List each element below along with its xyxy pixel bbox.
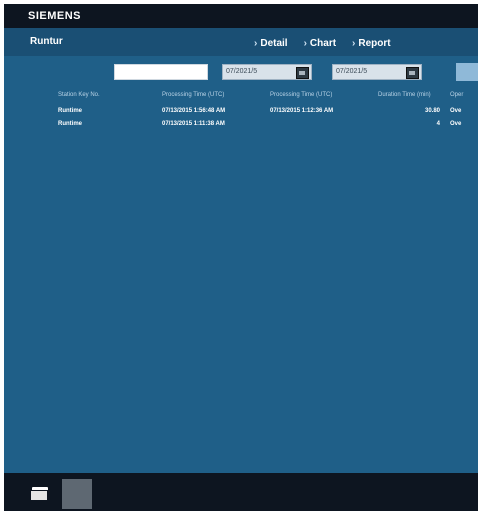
nav-report[interactable]: Report — [352, 38, 390, 49]
column-header[interactable]: Oper — [450, 92, 474, 104]
table-cell — [270, 117, 378, 130]
filter-bar: 07/2021/5 07/2021/5 — [4, 63, 478, 84]
top-bar: SIEMENS — [4, 4, 478, 28]
table-cell: 07/13/2015 1:56:48 AM — [162, 108, 226, 114]
table-cell: Ove — [450, 121, 462, 127]
date-from-value: 07/2021/5 — [226, 68, 258, 75]
table-cell: 07/13/2015 1:12:36 AM — [270, 108, 334, 114]
brand-logo-text: SIEMENS — [28, 10, 82, 22]
table-row[interactable]: Runtime 07/13/2015 1:56:48 AM 07/13/2015… — [58, 104, 474, 117]
table-row[interactable]: Runtime 07/13/2015 1:11:38 AM 4 Ove — [58, 117, 474, 130]
nav-detail[interactable]: Detail — [254, 38, 287, 49]
nav-chart[interactable]: Chart — [304, 38, 336, 49]
column-header[interactable]: Processing Time (UTC) — [270, 92, 378, 104]
date-to-value: 07/2021/5 — [336, 68, 368, 75]
sub-header: Runtur Detail Chart Report — [4, 28, 478, 56]
date-from-field[interactable]: 07/2021/5 — [222, 64, 312, 80]
window-thumbnail[interactable] — [62, 479, 92, 509]
table-cell: Ove — [450, 108, 462, 114]
table-header-row: Station Key No. Processing Time (UTC) Pr… — [58, 92, 474, 104]
table-cell: Runtime — [58, 108, 82, 114]
calendar-icon[interactable] — [296, 67, 309, 79]
table-cell: 30.80 — [424, 108, 440, 114]
results-table: Station Key No. Processing Time (UTC) Pr… — [58, 92, 474, 130]
page-title: Runtur — [30, 36, 63, 47]
calendar-icon[interactable] — [406, 67, 419, 79]
search-input[interactable] — [114, 64, 208, 80]
column-header[interactable]: Station Key No. — [58, 92, 162, 104]
bottom-taskbar — [4, 473, 478, 511]
view-nav: Detail Chart Report — [254, 38, 390, 49]
apply-button[interactable] — [456, 63, 478, 81]
app-frame: SIEMENS Runtur Detail Chart Report 07/20… — [4, 4, 478, 511]
table-cell: 4 — [436, 121, 440, 127]
table-cell: 07/13/2015 1:11:38 AM — [162, 121, 225, 127]
column-header[interactable]: Duration Time (min) — [378, 92, 450, 104]
column-header[interactable]: Processing Time (UTC) — [162, 92, 270, 104]
folder-icon[interactable] — [30, 487, 48, 501]
table-cell: Runtime — [58, 121, 82, 127]
date-to-field[interactable]: 07/2021/5 — [332, 64, 422, 80]
